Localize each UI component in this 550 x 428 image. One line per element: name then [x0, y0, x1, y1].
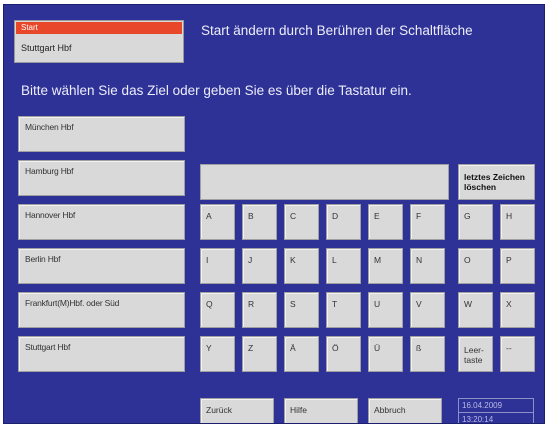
- key-ö[interactable]: Ö: [326, 336, 361, 372]
- key-x[interactable]: X: [500, 292, 535, 328]
- destination-button-hannover[interactable]: Hannover Hbf: [18, 204, 185, 240]
- key-g[interactable]: G: [458, 204, 493, 240]
- key-i[interactable]: I: [200, 248, 235, 284]
- key-a[interactable]: A: [200, 204, 235, 240]
- key-k[interactable]: K: [284, 248, 319, 284]
- key-ß[interactable]: ß: [410, 336, 445, 372]
- key-w[interactable]: W: [458, 292, 493, 328]
- back-button[interactable]: Zurück: [200, 398, 274, 423]
- destination-button-muenchen[interactable]: München Hbf: [18, 116, 185, 152]
- start-station-button[interactable]: Start Stuttgart Hbf: [14, 20, 184, 63]
- key-v[interactable]: V: [410, 292, 445, 328]
- key-c[interactable]: C: [284, 204, 319, 240]
- key-ä[interactable]: Ä: [284, 336, 319, 372]
- key-j[interactable]: J: [242, 248, 277, 284]
- key-s[interactable]: S: [284, 292, 319, 328]
- start-label: Start: [16, 22, 182, 34]
- key-space[interactable]: Leer-taste: [458, 336, 493, 372]
- key-o[interactable]: O: [458, 248, 493, 284]
- destination-button-frankfurt[interactable]: Frankfurt(M)Hbf. oder Süd: [18, 292, 185, 328]
- destination-prompt: Bitte wählen Sie das Ziel oder geben Sie…: [21, 83, 412, 98]
- key-t[interactable]: T: [326, 292, 361, 328]
- destination-input-field[interactable]: [200, 164, 449, 200]
- delete-last-character-button[interactable]: letztes Zeichen löschen: [458, 164, 535, 200]
- key-z[interactable]: Z: [242, 336, 277, 372]
- time-display: 13:20:14: [462, 415, 494, 424]
- key-b[interactable]: B: [242, 204, 277, 240]
- key-u[interactable]: U: [368, 292, 403, 328]
- key-l[interactable]: L: [326, 248, 361, 284]
- key-m[interactable]: M: [368, 248, 403, 284]
- key-ü[interactable]: Ü: [368, 336, 403, 372]
- start-change-hint: Start ändern durch Berühren der Schaltfl…: [201, 23, 473, 38]
- key-q[interactable]: Q: [200, 292, 235, 328]
- destination-button-berlin[interactable]: Berlin Hbf: [18, 248, 185, 284]
- key-y[interactable]: Y: [200, 336, 235, 372]
- help-button[interactable]: Hilfe: [284, 398, 358, 423]
- date-time-divider: [459, 412, 533, 413]
- key-h[interactable]: H: [500, 204, 535, 240]
- key-d[interactable]: D: [326, 204, 361, 240]
- date-display: 16.04.2009: [462, 401, 503, 410]
- key-p[interactable]: P: [500, 248, 535, 284]
- key-e[interactable]: E: [368, 204, 403, 240]
- key-n[interactable]: N: [410, 248, 445, 284]
- ticket-machine-screen: Start Stuttgart Hbf Start ändern durch B…: [3, 4, 545, 424]
- cancel-button[interactable]: Abbruch: [368, 398, 442, 423]
- start-station-value: Stuttgart Hbf: [21, 43, 72, 53]
- destination-button-stuttgart[interactable]: Stuttgart Hbf: [18, 336, 185, 372]
- key-f[interactable]: F: [410, 204, 445, 240]
- destination-button-hamburg[interactable]: Hamburg Hbf: [18, 160, 185, 196]
- date-time-display: 16.04.2009 13:20:14: [458, 398, 534, 424]
- key-r[interactable]: R: [242, 292, 277, 328]
- key-dash[interactable]: --: [500, 336, 535, 372]
